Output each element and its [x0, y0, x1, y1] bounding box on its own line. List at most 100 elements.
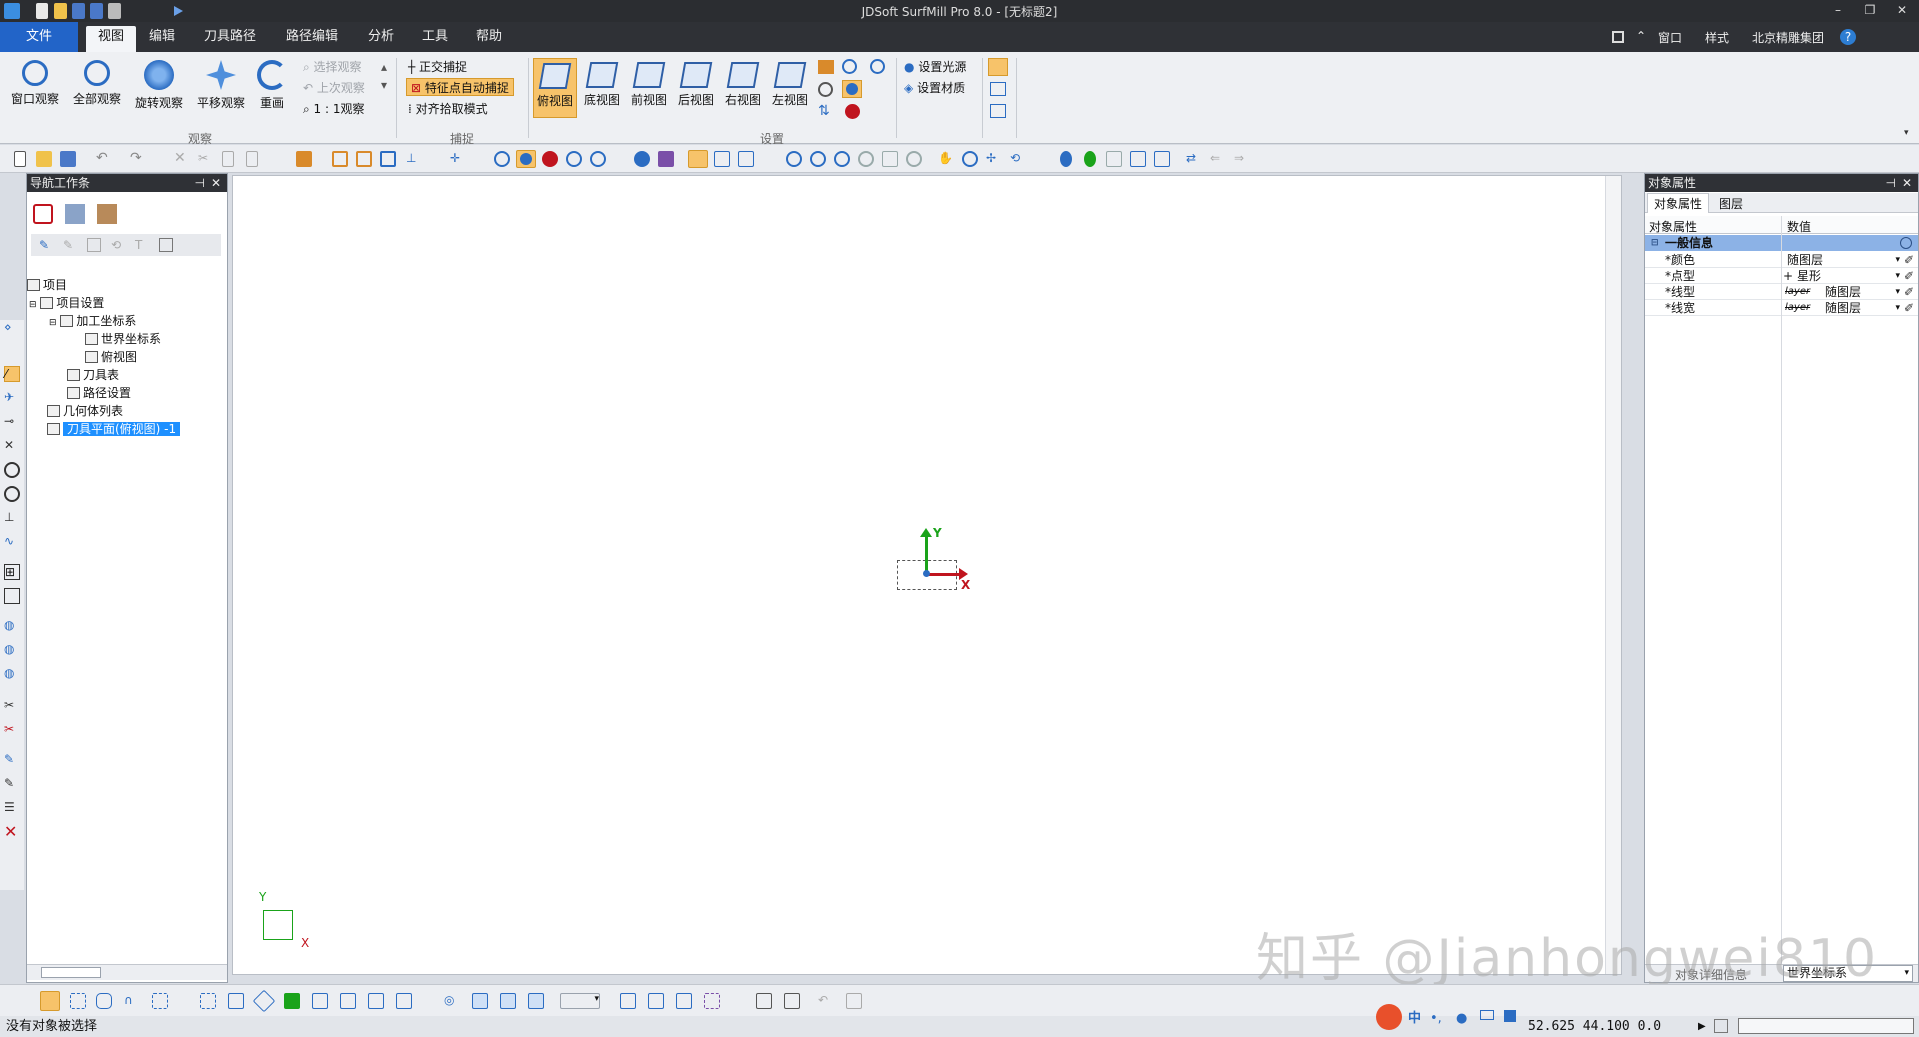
view-right-button[interactable]: 右视图 [721, 58, 765, 118]
layer-list-icon[interactable] [990, 104, 1006, 118]
perpendicular-tool-icon[interactable]: ⊥ [4, 510, 20, 526]
tab-object-properties[interactable]: 对象属性 [1647, 193, 1710, 213]
collapse-icon[interactable]: ⊟ [29, 300, 37, 310]
select-poly-icon[interactable] [152, 993, 168, 1009]
back-arrow-icon[interactable]: ⇐ [1210, 151, 1226, 167]
microphone-icon[interactable]: ● [1456, 1008, 1467, 1029]
last-observe-button[interactable]: ↶ 上次观察 [303, 79, 365, 97]
sogou-icon[interactable] [1376, 1004, 1402, 1030]
style-menu[interactable]: 样式 [1705, 29, 1729, 46]
snap-surface-icon[interactable] [252, 989, 276, 1013]
redo-icon[interactable]: ↷ [130, 151, 146, 167]
ime-chinese-label[interactable]: 中 [1408, 1008, 1421, 1029]
layer-dropdown-icon[interactable]: ▾ [560, 993, 600, 1009]
rotate-axis-icon[interactable]: ⟲ [1010, 151, 1026, 167]
group-expand-circle-icon[interactable] [1900, 237, 1912, 249]
material-ball-icon[interactable] [658, 151, 674, 167]
blue-sphere-icon[interactable] [842, 80, 862, 98]
tree-item-geometry-list[interactable]: 几何体列表 [47, 402, 123, 419]
globe-red-icon[interactable] [542, 151, 558, 167]
layer-tree-icon[interactable] [738, 151, 754, 167]
view-top-button[interactable]: 俯视图 [533, 58, 577, 118]
nav-close-icon[interactable]: ✕ [211, 174, 221, 192]
props-pin-icon[interactable]: ⊣ [1886, 174, 1896, 192]
picker-icon[interactable]: ✐ [1904, 268, 1914, 284]
graphics-canvas[interactable]: Y X Y X [232, 175, 1622, 975]
unit-box[interactable] [1714, 1019, 1728, 1033]
tree-item-world-cs[interactable]: 世界坐标系 [85, 330, 161, 347]
mode-icon-1[interactable] [620, 993, 636, 1009]
mode-icon-3[interactable] [676, 993, 692, 1009]
select-highlight-icon[interactable] [688, 150, 708, 168]
cross-tool-icon[interactable]: ✕ [4, 438, 20, 454]
surface-tool-icon-3[interactable]: ◍ [4, 666, 20, 682]
keyboard-icon[interactable] [1480, 1010, 1494, 1020]
rotate-object-icon[interactable] [818, 82, 833, 97]
view-left-button[interactable]: 左视图 [768, 58, 812, 118]
collapse-ribbon-icon[interactable]: ⌃ [1636, 29, 1646, 43]
line-tool-icon[interactable]: ⁄ [4, 366, 20, 382]
select-observe-button[interactable]: ⌕ 选择观察 [303, 58, 362, 76]
ribbon-expand-icon[interactable]: ▾ [1904, 128, 1909, 138]
axis-icon[interactable]: ⊥ [406, 151, 422, 167]
layer-icon-4[interactable] [528, 993, 544, 1009]
polyline-tool-icon[interactable]: ✈ [4, 390, 20, 406]
capture-all-icon[interactable] [1154, 151, 1170, 167]
copy-icon[interactable] [222, 151, 234, 167]
tree-item-path-settings[interactable]: 路径设置 [67, 384, 131, 401]
light-on-icon[interactable] [1060, 151, 1072, 167]
shade-box-icon[interactable] [818, 60, 834, 74]
zoom-in-icon[interactable] [834, 151, 850, 167]
snap-curve-icon[interactable] [228, 993, 244, 1009]
cube-front-icon[interactable] [332, 151, 348, 167]
canvas-v-scrollbar[interactable] [1605, 176, 1621, 974]
filter-icon-3[interactable] [368, 993, 384, 1009]
dropdown-icon[interactable]: ▾ [1895, 284, 1900, 300]
circle-tool-icon[interactable] [4, 462, 20, 478]
select-arrow-icon[interactable] [40, 991, 60, 1011]
tab-analysis[interactable]: 分析 [362, 29, 400, 51]
globe-solid-icon[interactable] [516, 150, 536, 168]
tree-item-top-view[interactable]: 俯视图 [85, 348, 137, 365]
trim-tool-icon-1[interactable]: ✂ [4, 698, 20, 714]
props-close-icon[interactable]: ✕ [1902, 174, 1912, 192]
nav-tool-icon-3[interactable] [87, 238, 101, 252]
expand-arrow-icon[interactable]: ▶ [1698, 1016, 1706, 1037]
view-bottom-button[interactable]: 底视图 [580, 58, 624, 118]
redraw-button[interactable]: 重画 [250, 58, 294, 118]
hand-pan-icon[interactable]: ✋ [938, 151, 954, 167]
view-icon-2[interactable] [784, 993, 800, 1009]
window-menu[interactable]: 窗口 [1658, 29, 1682, 46]
nav-tool-icon-5[interactable]: T [135, 238, 149, 252]
rotate-dynamic-icon[interactable]: ✢ [986, 151, 1002, 167]
delete-icon[interactable]: ✕ [174, 151, 190, 167]
tab-view[interactable]: 视图 [86, 26, 136, 52]
nav-tab-toolpath-icon[interactable] [97, 204, 117, 224]
tab-toolpath[interactable]: 刀具路径 [198, 29, 262, 51]
picker-icon[interactable]: ✐ [1904, 284, 1914, 300]
object-tree-icon[interactable] [714, 151, 730, 167]
grid-apps-icon[interactable] [1504, 1010, 1516, 1022]
sphere-wire-icon[interactable] [842, 59, 857, 74]
pin-icon[interactable]: ⊣ [195, 174, 205, 192]
layer-icon-2[interactable] [472, 993, 488, 1009]
nav-tab-project-icon[interactable] [33, 204, 53, 224]
forward-icon[interactable] [846, 993, 862, 1009]
edit-tool-icon-2[interactable]: ✎ [4, 776, 20, 792]
undo-icon[interactable]: ↶ [96, 151, 112, 167]
capture-icon[interactable] [1130, 151, 1146, 167]
circle-icon[interactable] [870, 59, 885, 74]
full-view-button[interactable]: 全部观察 [70, 58, 124, 118]
tab-help[interactable]: 帮助 [470, 29, 508, 51]
set-light-button[interactable]: ● 设置光源 [904, 58, 966, 76]
tree-item-tool-plane[interactable]: 刀具平面(俯视图) -1 [47, 420, 181, 437]
select-chain-icon[interactable] [96, 993, 112, 1009]
tree-item-tool-table[interactable]: 刀具表 [67, 366, 119, 383]
cube-iso-icon[interactable] [380, 151, 396, 167]
company-menu[interactable]: 北京精雕集团 [1752, 29, 1824, 46]
dropdown-icon[interactable]: ▾ [1895, 268, 1900, 284]
select-box-icon[interactable] [70, 993, 86, 1009]
snap-solid-icon[interactable] [284, 993, 300, 1009]
fullscreen-icon[interactable] [1612, 31, 1624, 43]
cut-icon[interactable]: ✂ [198, 151, 214, 167]
